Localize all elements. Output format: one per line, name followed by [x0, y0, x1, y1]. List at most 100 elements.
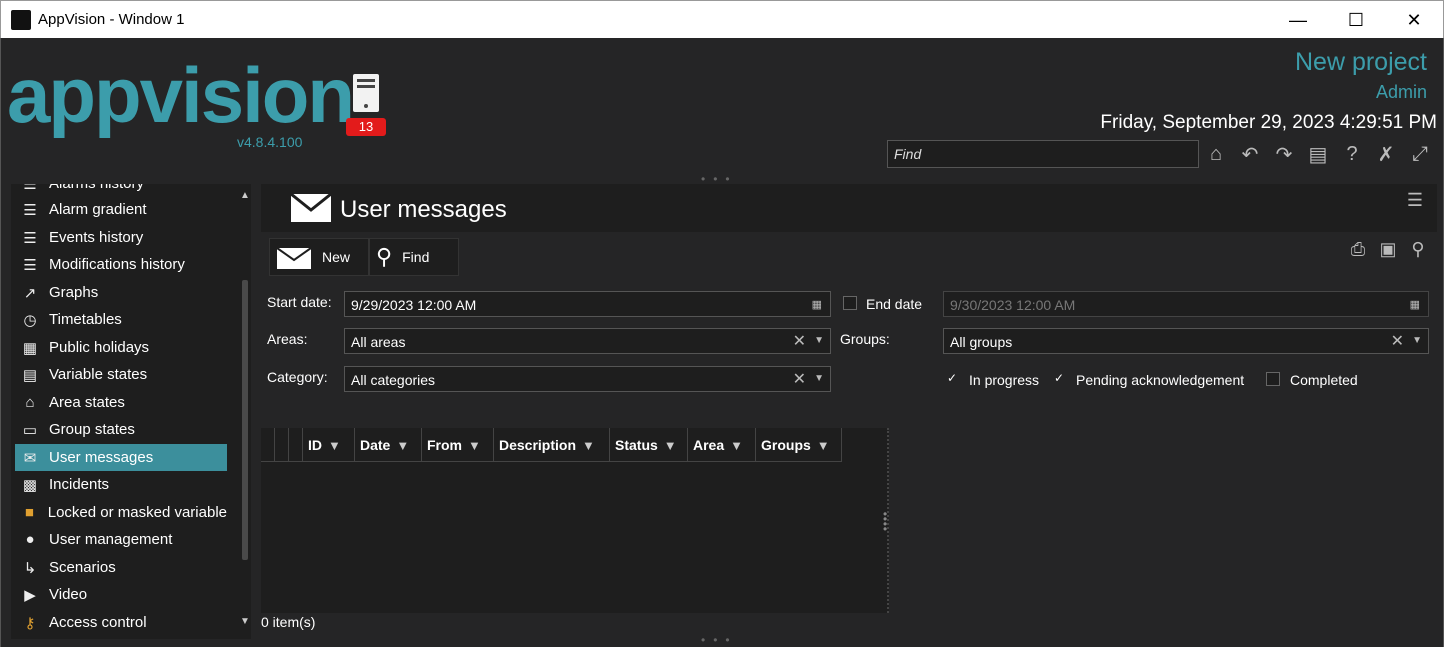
table-icon: ▤ — [22, 366, 38, 384]
folder-icon: ▭ — [22, 421, 38, 439]
appvision-logo: appvision — [7, 51, 355, 139]
project-name: New project — [1295, 48, 1427, 76]
users-icon: ● — [25, 531, 35, 548]
list-icon: ☰ — [23, 256, 37, 274]
zoom-icon[interactable]: ⚲ — [1407, 238, 1429, 260]
end-date-checkbox[interactable] — [843, 296, 857, 310]
search-icon: ⚲ — [376, 244, 393, 269]
bottom-splitter-handle[interactable]: ••• — [701, 633, 738, 647]
chevron-down-icon[interactable]: ▼ — [1412, 335, 1422, 346]
server-alert-badge[interactable]: 13 — [346, 118, 386, 136]
help-icon[interactable]: ? — [1339, 142, 1365, 166]
scroll-up-icon[interactable]: ▲ — [239, 190, 251, 201]
column-area[interactable]: Area ▼ — [688, 428, 756, 462]
in-progress-label: In progress — [969, 372, 1040, 388]
server-icon[interactable] — [353, 74, 379, 112]
column-status[interactable]: Status ▼ — [610, 428, 688, 462]
calendar-icon[interactable]: ▦ — [812, 298, 822, 311]
save-icon[interactable]: ▣ — [1377, 238, 1399, 260]
filter-icon[interactable]: ▼ — [328, 438, 341, 453]
column-id[interactable]: ID ▼ — [303, 428, 355, 462]
title-bar: AppVision - Window 1 — ☐ ✕ — [0, 0, 1444, 38]
in-progress-checkbox[interactable]: ✓ — [945, 372, 959, 386]
category-label: Category: — [267, 369, 328, 385]
sidebar-scrollbar[interactable]: ▲ ▼ — [239, 184, 251, 639]
filter-icon[interactable]: ▼ — [817, 438, 830, 453]
sidebar-item-area-states[interactable]: ⌂ Area states — [15, 389, 227, 416]
close-button[interactable]: ✕ — [1385, 1, 1443, 39]
fullscreen-icon[interactable]: ⤢ — [1407, 142, 1433, 166]
sidebar-item-graphs[interactable]: ↗ Graphs — [15, 279, 227, 306]
add-panel-icon[interactable]: ▤ — [1305, 142, 1331, 166]
maximize-button[interactable]: ☐ — [1327, 1, 1385, 39]
house-icon: ⌂ — [25, 394, 35, 411]
chevron-down-icon[interactable]: ▼ — [814, 373, 824, 384]
clock-icon: ◷ — [23, 311, 37, 329]
user-name: Admin — [1375, 82, 1427, 102]
sidebar-item-user-management[interactable]: ● User management — [15, 526, 227, 553]
sidebar-item-modifications-history[interactable]: ☰ Modifications history — [15, 251, 227, 278]
lock-icon: ■ — [24, 504, 34, 521]
sidebar-item-video[interactable]: ▶ Video — [15, 581, 227, 608]
sidebar-item-alarm-gradient[interactable]: ☰ Alarm gradient — [15, 196, 227, 223]
list-icon: ☰ — [23, 229, 37, 247]
sidebar-item-timetables[interactable]: ◷ Timetables — [15, 306, 227, 333]
pending-acknowledgement-checkbox[interactable]: ✓ — [1052, 372, 1066, 386]
envelope-icon — [290, 192, 332, 222]
areas-select[interactable]: All areas ✕ ▼ — [344, 328, 831, 354]
clear-icon[interactable]: ✕ — [1391, 331, 1404, 351]
tools-icon[interactable]: ✗ — [1373, 142, 1399, 166]
user-messages-panel: User messages ☰ New ⚲ Find ⎙ ▣ ⚲ Start d… — [261, 184, 1437, 639]
areas-label: Areas: — [267, 331, 308, 347]
envelope-icon: ✉ — [23, 449, 37, 467]
filter-icon[interactable]: ▼ — [664, 438, 677, 453]
global-search-input[interactable]: Find — [887, 140, 1199, 168]
sidebar-item-variable-states[interactable]: ▤ Variable states — [15, 361, 227, 388]
sidebar-item-events-history[interactable]: ☰ Events history — [15, 224, 227, 251]
start-date-field[interactable]: 9/29/2023 12:00 AM ▦ — [344, 291, 831, 317]
sidebar-item-public-holidays[interactable]: ▦ Public holidays — [15, 334, 227, 361]
filter-icon[interactable]: ▼ — [468, 438, 481, 453]
sidebar-item-access-control[interactable]: ⚷ Access control — [15, 609, 227, 636]
column-groups[interactable]: Groups ▼ — [756, 428, 842, 462]
filter-icon[interactable]: ▼ — [730, 438, 743, 453]
scrollbar-thumb[interactable] — [242, 280, 248, 560]
column-date[interactable]: Date ▼ — [355, 428, 422, 462]
find-button[interactable]: ⚲ Find — [369, 238, 459, 276]
home-icon[interactable]: ⌂ — [1203, 142, 1229, 166]
column-description[interactable]: Description ▼ — [494, 428, 610, 462]
new-message-button[interactable]: New — [269, 238, 369, 276]
completed-label: Completed — [1290, 372, 1358, 388]
table-header: ID ▼ Date ▼ From ▼ Description ▼ Status ▼ Are… — [261, 428, 842, 462]
list-icon: ☰ — [23, 184, 37, 193]
sidebar-item-locked-or-masked-variable[interactable]: ■ Locked or masked variable — [15, 499, 227, 526]
scroll-down-icon[interactable]: ▼ — [239, 616, 251, 627]
minimize-button[interactable]: — — [1269, 1, 1327, 39]
sidebar-item-user-messages[interactable]: ✉ User messages — [15, 444, 227, 471]
sidebar-item-scenarios[interactable]: ↳ Scenarios — [15, 554, 227, 581]
groups-select[interactable]: All groups ✕ ▼ — [943, 328, 1429, 354]
current-datetime: Friday, September 29, 2023 4:29:51 PM — [1100, 112, 1437, 133]
app-icon — [11, 10, 31, 30]
category-select[interactable]: All categories ✕ ▼ — [344, 366, 831, 392]
table-resize-handle[interactable]: • • • • — [883, 508, 887, 535]
chevron-down-icon[interactable]: ▼ — [814, 335, 824, 346]
end-date-field[interactable]: 9/30/2023 12:00 AM ▦ — [943, 291, 1429, 317]
panel-title: User messages — [340, 196, 507, 223]
column-from[interactable]: From ▼ — [422, 428, 494, 462]
print-icon[interactable]: ⎙ — [1347, 238, 1369, 260]
sidebar-item-incidents[interactable]: ▩ Incidents — [15, 471, 227, 498]
filter-icon[interactable]: ▼ — [396, 438, 409, 453]
sidebar-item-group-states[interactable]: ▭ Group states — [15, 416, 227, 443]
pending-acknowledgement-label: Pending acknowledgement — [1076, 372, 1245, 388]
clear-icon[interactable]: ✕ — [793, 331, 806, 351]
undo-icon[interactable]: ↶ — [1237, 142, 1263, 166]
calendar-icon[interactable]: ▦ — [1410, 298, 1420, 311]
redo-icon[interactable]: ↷ — [1271, 142, 1297, 166]
menu-icon[interactable]: ☰ — [1401, 190, 1429, 212]
filter-icon[interactable]: ▼ — [582, 438, 595, 453]
row-indicator-column — [261, 428, 275, 462]
completed-checkbox[interactable] — [1266, 372, 1280, 386]
clear-icon[interactable]: ✕ — [793, 369, 806, 389]
video-icon: ▶ — [24, 586, 36, 604]
